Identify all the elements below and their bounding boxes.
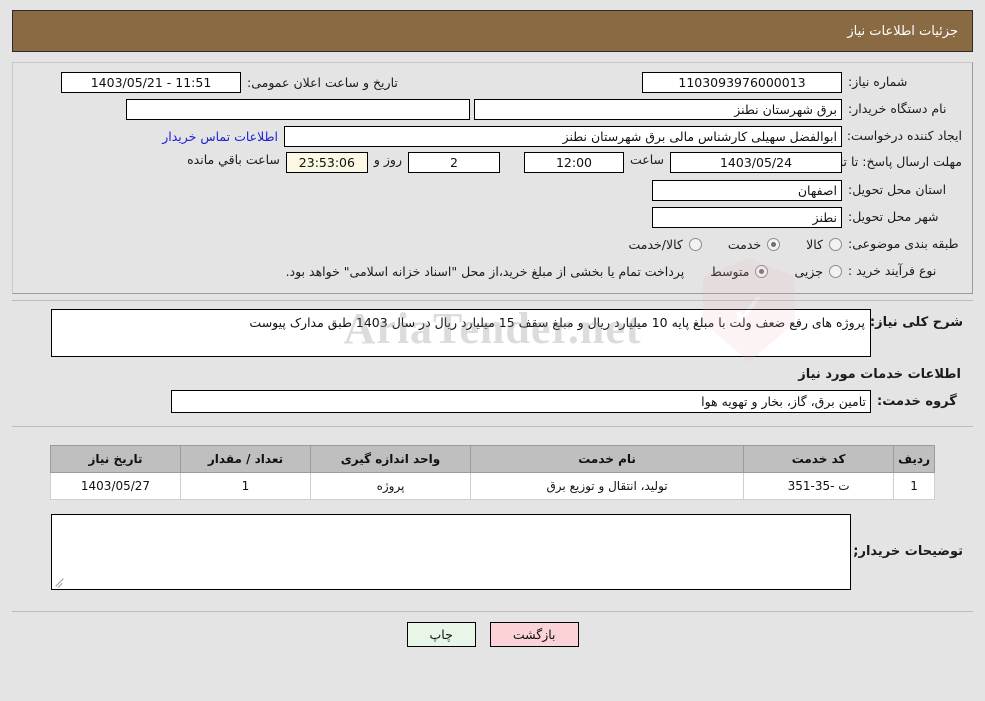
category-radio-group: کالا خدمت کالا/خدمت	[602, 237, 842, 252]
table-header-row: ردیف کد خدمت نام خدمت واحد اندازه گیری ت…	[50, 445, 935, 473]
page-root: جزئیات اطلاعات نیاز AriaTender.net شماره…	[0, 10, 985, 647]
row-city: شهر محل تحویل: نطنز	[23, 206, 962, 228]
cell-code: ت -35-351	[743, 472, 895, 500]
table-row[interactable]: 1 ت -35-351 تولید، انتقال و توزیع برق پر…	[50, 472, 935, 500]
col-unit: واحد اندازه گیری	[310, 445, 471, 473]
buyer-org-field: برق شهرستان نطنز	[474, 98, 842, 120]
process-type-radio-group: جزیی متوسط	[684, 264, 842, 279]
footer-actions: بازگشت چاپ	[0, 622, 985, 647]
service-group-label: گروه خدمت:	[877, 394, 957, 409]
col-date: تاریخ نیاز	[50, 445, 181, 473]
service-group-field: تامین برق، گاز، بخار و تهویه هوا	[171, 390, 871, 413]
col-name: نام خدمت	[469, 445, 745, 473]
col-index: ردیف	[893, 445, 935, 473]
row-process-type: نوع فرآیند خرید : جزیی متوسط پرداخت تمام…	[23, 260, 962, 282]
category-option-kala-khedmat[interactable]: کالا/خدمت	[628, 236, 702, 252]
deadline-date-field: 1403/05/24	[670, 152, 842, 173]
category-option-khedmat[interactable]: خدمت	[727, 236, 781, 252]
deadline-countdown-label: ساعت باقي مانده	[187, 152, 280, 167]
cell-quantity: 1	[180, 472, 311, 500]
buyer-notes-textarea[interactable]	[51, 514, 851, 590]
buyer-org-label: نام دستگاه خریدار:	[848, 101, 947, 117]
row-buyer-org: نام دستگاه خریدار: برق شهرستان نطنز	[23, 98, 962, 120]
deadline-countdown-field: 23:53:06	[285, 152, 368, 173]
province-label: استان محل تحویل:	[848, 182, 947, 198]
deadline-days-label: روز و	[373, 152, 402, 167]
deadline-days-field: 2	[407, 152, 500, 173]
need-number-label: شماره نیاز:	[848, 74, 908, 90]
payment-note: پرداخت تمام یا بخشی از مبلغ خرید،از محل …	[285, 263, 685, 279]
cell-date: 1403/05/27	[50, 472, 181, 500]
radio-icon[interactable]	[755, 264, 769, 278]
services-section-title: اطلاعات خدمات مورد نیاز	[798, 367, 961, 382]
row-description: شرح کلی نیاز: پروژه های رفع ضعف ولت با م…	[22, 309, 963, 357]
row-buyer-notes: توضیحات خریدار;	[22, 514, 963, 590]
creator-label: ایجاد کننده درخواست:	[846, 128, 962, 144]
process-option-jozei[interactable]: جزیی	[794, 264, 842, 279]
services-table-panel: ردیف کد خدمت نام خدمت واحد اندازه گیری ت…	[12, 437, 973, 605]
province-field: اصفهان	[652, 179, 842, 201]
cell-unit: پروژه	[310, 472, 471, 500]
creator-field: ابوالفضل سهیلی کارشناس مالی برق شهرستان …	[284, 125, 842, 147]
deadline-time-field: 12:00	[523, 152, 624, 173]
process-option-label: متوسط	[710, 263, 750, 279]
radio-icon[interactable]	[688, 237, 702, 251]
page-header: جزئیات اطلاعات نیاز	[12, 10, 973, 52]
public-announce-field: 11:51 - 1403/05/21	[61, 71, 241, 93]
process-option-label: جزیی	[794, 263, 823, 279]
row-category: طبقه بندی موضوعی: کالا خدمت کالا/خدمت	[23, 233, 962, 255]
row-service-group: گروه خدمت: تامین برق، گاز، بخار و تهویه …	[22, 390, 963, 413]
col-quantity: تعداد / مقدار	[180, 445, 311, 473]
description-panel: شرح کلی نیاز: پروژه های رفع ضعف ولت با م…	[12, 300, 973, 427]
radio-icon[interactable]	[829, 237, 842, 251]
category-option-kala[interactable]: کالا	[806, 237, 842, 252]
print-button[interactable]: چاپ	[406, 622, 476, 647]
category-label: طبقه بندی موضوعی:	[848, 236, 959, 252]
process-type-label: نوع فرآیند خرید :	[848, 263, 937, 279]
radio-icon[interactable]	[829, 264, 842, 278]
need-number-field: 1103093976000013	[642, 71, 842, 93]
page-title: جزئیات اطلاعات نیاز	[847, 23, 958, 39]
row-creator: ایجاد کننده درخواست: ابوالفضل سهیلی کارش…	[23, 125, 962, 147]
buyer-contact-link[interactable]: اطلاعات تماس خریدار	[156, 129, 284, 144]
description-label: شرح کلی نیاز:	[869, 315, 963, 330]
city-field: نطنز	[652, 206, 842, 228]
row-deadline: مهلت ارسال پاسخ: تا تاریخ: 1403/05/24 سا…	[23, 152, 962, 174]
description-textarea[interactable]: پروژه های رفع ضعف ولت با مبلغ پایه 10 می…	[51, 309, 871, 357]
public-announce-label: تاریخ و ساعت اعلان عمومی:	[247, 74, 398, 90]
cell-index: 1	[893, 472, 935, 500]
resize-grip-icon[interactable]	[54, 576, 66, 588]
category-option-label: کالا/خدمت	[628, 236, 683, 252]
col-code: کد خدمت	[743, 445, 895, 473]
cell-name: تولید، انتقال و توزیع برق	[469, 472, 745, 500]
radio-icon[interactable]	[767, 237, 781, 251]
city-label: شهر محل تحویل:	[848, 209, 939, 225]
services-table: ردیف کد خدمت نام خدمت واحد اندازه گیری ت…	[50, 445, 935, 500]
category-option-label: کالا	[806, 236, 823, 252]
process-option-motavaset[interactable]: متوسط	[710, 263, 769, 279]
buyer-org-extra-field	[126, 98, 470, 120]
category-option-label: خدمت	[727, 236, 762, 252]
deadline-label: مهلت ارسال پاسخ: تا تاریخ:	[817, 154, 962, 169]
need-info-panel: شماره نیاز: 1103093976000013 تاریخ و ساع…	[12, 62, 973, 294]
row-need-number: شماره نیاز: 1103093976000013 تاریخ و ساع…	[23, 71, 962, 93]
deadline-time-label: ساعت	[629, 152, 664, 167]
footer-divider	[12, 611, 973, 612]
row-province: استان محل تحویل: اصفهان	[23, 179, 962, 201]
back-button[interactable]: بازگشت	[489, 622, 579, 647]
buyer-notes-label: توضیحات خریدار;	[853, 544, 963, 559]
